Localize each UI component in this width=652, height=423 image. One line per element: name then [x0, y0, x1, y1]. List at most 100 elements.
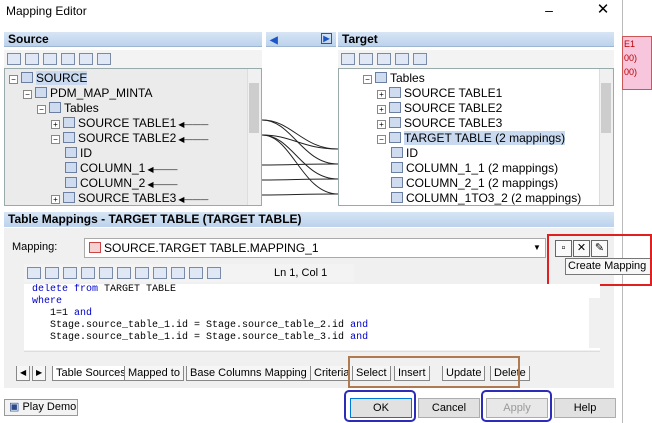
close-button[interactable]: ✕	[588, 0, 618, 22]
model-icon[interactable]	[61, 53, 75, 65]
filter-options-icon[interactable]	[395, 53, 409, 65]
mapping-select[interactable]: SOURCE.TARGET TABLE.MAPPING_1 ▼	[84, 238, 546, 258]
sql-editor[interactable]: delete from TARGET TABLE where 1=1 and St…	[24, 284, 600, 350]
tree-item[interactable]: − TARGET TABLE (2 mappings)	[377, 131, 566, 146]
sql-text: Stage.source_table_1.id = Stage.source_t…	[32, 332, 351, 343]
tree-item-label: Tables	[390, 71, 425, 85]
properties-icon[interactable]	[7, 53, 21, 65]
title-bar	[0, 0, 622, 22]
expand-icon[interactable]: +	[377, 105, 386, 114]
target-header: Target	[338, 32, 614, 47]
scrollbar-thumb[interactable]	[249, 83, 259, 133]
expand-icon[interactable]: +	[377, 90, 386, 99]
collapse-icon[interactable]: −	[37, 105, 46, 114]
tree-item[interactable]: + SOURCE TABLE1 ◀———	[51, 116, 208, 131]
sql-text: 1=1	[32, 308, 75, 319]
tree-item[interactable]: + SOURCE TABLE3	[377, 116, 502, 131]
tree-item-label: SOURCE TABLE3	[404, 116, 503, 130]
variables-icon[interactable]	[207, 267, 221, 279]
open-icon[interactable]	[81, 267, 95, 279]
paste-icon[interactable]	[153, 267, 167, 279]
tab-base-columns-mapping[interactable]: Base Columns Mapping	[186, 366, 311, 381]
expand-icon[interactable]: +	[377, 120, 386, 129]
background-pink-box: E1 00) 00)	[622, 36, 652, 90]
chevron-down-icon[interactable]: ▼	[529, 239, 545, 257]
mapping-label: Mapping:	[12, 241, 58, 253]
table-icon	[389, 87, 401, 98]
tree-item-label: SOURCE TABLE1	[78, 116, 177, 130]
refresh-icon[interactable]	[79, 53, 93, 65]
tree-item[interactable]: COLUMN_2 ◀———	[65, 176, 178, 191]
collapse-icon[interactable]: −	[9, 75, 18, 84]
sql-keyword: and	[74, 308, 93, 319]
table-icon	[35, 87, 47, 98]
tab-criteria[interactable]: Criteria	[310, 366, 354, 381]
arrow-left-icon[interactable]: ◀	[270, 35, 278, 46]
collapse-icon[interactable]: −	[363, 75, 372, 84]
mapping-links	[261, 68, 339, 206]
table-mappings-header: Table Mappings - TARGET TABLE (TARGET TA…	[4, 212, 614, 227]
cancel-button[interactable]: Cancel	[418, 398, 480, 418]
table-icon	[389, 117, 401, 128]
tree-item[interactable]: ID	[391, 146, 418, 161]
help-button[interactable]: Help	[554, 398, 616, 418]
sql-keyword: and	[350, 332, 369, 343]
insert-icon[interactable]	[27, 267, 41, 279]
tree-item[interactable]: − SOURCE TABLE2 ◀———	[51, 131, 208, 146]
add-source-icon[interactable]	[97, 53, 111, 65]
options-icon[interactable]	[413, 53, 427, 65]
tab-table-sources[interactable]: Table Sources	[52, 366, 130, 381]
table-icon	[63, 192, 75, 203]
mapping-icon	[89, 242, 101, 253]
copy-icon[interactable]	[135, 267, 149, 279]
filter-icon[interactable]	[377, 53, 391, 65]
options-icon[interactable]	[45, 267, 59, 279]
target-tree[interactable]: − Tables + SOURCE TABLE1 + SOURCE TABLE2 + SOUR…	[338, 68, 614, 206]
play-demo-label: Play Demo	[22, 401, 77, 413]
tree-item[interactable]: ID	[65, 146, 92, 161]
tree-item[interactable]: COLUMN_1 ◀———	[65, 161, 178, 176]
table-icon	[391, 192, 403, 203]
save-icon[interactable]	[63, 267, 77, 279]
sql-text: TARGET TABLE	[98, 284, 177, 295]
tree-item-label: TARGET TABLE (2 mappings)	[404, 131, 566, 145]
tab-mapped-to[interactable]: Mapped to	[124, 366, 184, 381]
play-demo-button[interactable]: ▣ Play Demo	[4, 399, 78, 416]
redo-icon[interactable]	[189, 267, 203, 279]
table-icon	[65, 177, 77, 188]
delete-icon[interactable]	[43, 53, 57, 65]
minimize-button[interactable]: –	[534, 0, 564, 22]
expand-icon[interactable]: +	[51, 195, 60, 204]
expand-icon[interactable]: +	[51, 120, 60, 129]
cut-icon[interactable]	[117, 267, 131, 279]
tree-item[interactable]: COLUMN_1TO3_2 (2 mappings)	[391, 191, 581, 205]
tree-item[interactable]: − PDM_MAP_MINTA	[23, 86, 152, 101]
tree-item[interactable]: COLUMN_1_1 (2 mappings)	[391, 161, 558, 176]
tab-scroll-right-icon[interactable]: ▶	[32, 366, 47, 381]
sql-text: Stage.source_table_1.id = Stage.source_t…	[32, 320, 351, 331]
find-icon[interactable]	[359, 53, 373, 65]
tab-scroll-left-icon[interactable]: ◀	[16, 366, 31, 381]
code-vertical-scrollbar[interactable]	[589, 298, 602, 348]
collapse-icon[interactable]: −	[51, 135, 60, 144]
tree-item[interactable]: − Tables	[363, 71, 425, 86]
tree-item[interactable]: + SOURCE TABLE1	[377, 86, 502, 101]
scrollbar-thumb[interactable]	[601, 83, 611, 133]
arrow-right-icon[interactable]: ▶	[321, 33, 332, 44]
tree-vertical-scrollbar[interactable]	[247, 69, 261, 205]
collapse-icon[interactable]: −	[23, 90, 32, 99]
tree-item[interactable]: − Tables	[37, 101, 99, 116]
tree-vertical-scrollbar[interactable]	[599, 69, 613, 205]
new-icon[interactable]	[25, 53, 39, 65]
tree-item[interactable]: + SOURCE TABLE2	[377, 101, 502, 116]
tree-item[interactable]: COLUMN_2_1 (2 mappings)	[391, 176, 558, 191]
mapping-lines	[261, 119, 339, 196]
find-icon[interactable]	[99, 267, 113, 279]
tree-item[interactable]: + SOURCE TABLE3 ◀———	[51, 191, 208, 205]
tree-item[interactable]: − SOURCE	[9, 71, 88, 86]
mapping-value: SOURCE.TARGET TABLE.MAPPING_1	[104, 241, 319, 255]
properties-icon[interactable]	[341, 53, 355, 65]
collapse-icon[interactable]: −	[377, 135, 386, 144]
undo-icon[interactable]	[171, 267, 185, 279]
source-tree[interactable]: − SOURCE − PDM_MAP_MINTA − Tables + SOURCE TABL…	[4, 68, 262, 206]
